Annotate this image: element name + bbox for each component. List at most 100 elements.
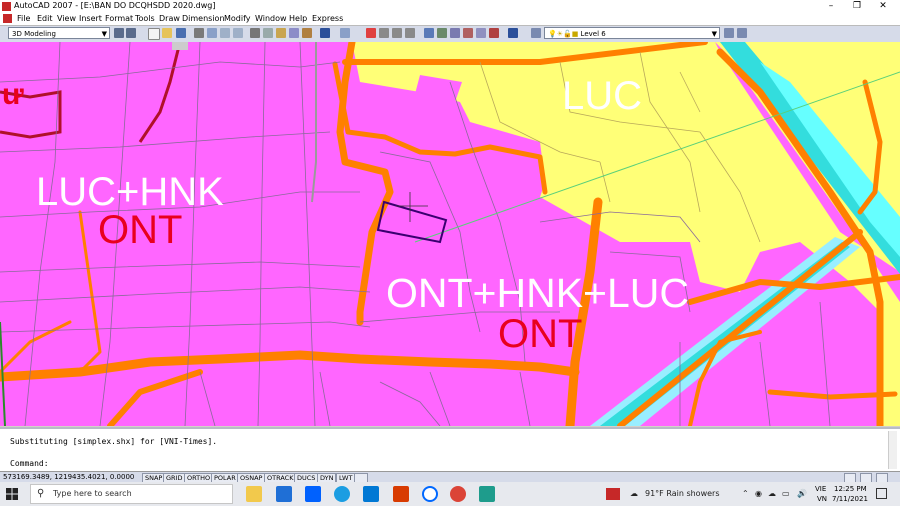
close-button[interactable]: ✕ — [870, 0, 896, 13]
map-label-ont-left: ONT — [98, 208, 183, 252]
undo-icon[interactable] — [320, 28, 330, 38]
layer-value: Level 6 — [580, 30, 606, 38]
help-icon[interactable] — [508, 28, 518, 38]
menu-insert[interactable]: Insert — [79, 14, 102, 23]
input-method[interactable]: VN — [817, 495, 827, 503]
map-label-partial: ư — [2, 78, 24, 111]
title-bar: AutoCAD 2007 - [E:\BAN DO DCQHSDD 2020.d… — [0, 0, 900, 13]
restore-button[interactable]: ❐ — [844, 0, 870, 13]
plot-preview-icon[interactable] — [207, 28, 217, 38]
workspace-select[interactable]: 3D Modeling ▼ — [8, 27, 110, 39]
command-history-line: Substituting [simplex.shx] for [VNI-Time… — [10, 437, 218, 446]
workspace-value: 3D Modeling — [12, 30, 56, 38]
grey-block — [172, 42, 188, 50]
map-label-luc: LUC — [562, 74, 643, 118]
workspace-settings-icon[interactable] — [114, 28, 124, 38]
menu-draw[interactable]: Draw — [159, 14, 180, 23]
document-menu-icon[interactable] — [3, 14, 12, 23]
command-window[interactable]: Substituting [simplex.shx] for [VNI-Time… — [0, 427, 900, 473]
clock-date[interactable]: 7/11/2021 — [832, 495, 868, 503]
search-icon: ⚲ — [37, 488, 45, 499]
menu-help[interactable]: Help — [289, 14, 307, 23]
map-label-ont-hnk-luc: ONT+HNK+LUC — [386, 270, 690, 316]
make-current-layer-icon[interactable] — [724, 28, 734, 38]
command-scrollbar[interactable] — [888, 431, 897, 469]
quickcalc-icon[interactable] — [489, 28, 499, 38]
menu-dimension[interactable]: Dimension — [182, 14, 225, 23]
pan-icon[interactable] — [366, 28, 376, 38]
chevron-down-icon: ▼ — [711, 30, 717, 38]
minimize-button[interactable]: – — [818, 0, 844, 13]
markup-icon[interactable] — [476, 28, 486, 38]
properties-icon[interactable] — [424, 28, 434, 38]
mail-icon[interactable] — [276, 486, 292, 502]
save-icon[interactable] — [176, 28, 186, 38]
open-folder-icon[interactable] — [162, 28, 172, 38]
copy-icon[interactable] — [263, 28, 273, 38]
design-center-icon[interactable] — [437, 28, 447, 38]
print-icon[interactable] — [194, 28, 204, 38]
menu-modify[interactable]: Modify — [224, 14, 251, 23]
customize-icon[interactable] — [126, 28, 136, 38]
command-prompt[interactable]: Command: — [10, 459, 49, 468]
drawing-canvas[interactable]: LUC LUC+HNK ONT ONT+HNK+LUC ONT ư — [0, 42, 900, 426]
tool-palettes-icon[interactable] — [450, 28, 460, 38]
toolbar: 3D Modeling ▼ 💡☀🔓■ Level 6 ▼ — [0, 26, 900, 43]
chevron-down-icon: ▼ — [101, 30, 107, 38]
zoom-previous-icon[interactable] — [405, 28, 415, 38]
file-explorer-icon[interactable] — [246, 486, 262, 502]
redo-icon[interactable] — [340, 28, 350, 38]
new-file-icon[interactable] — [148, 28, 160, 40]
chevron-up-icon[interactable]: ⌃ — [742, 489, 749, 498]
coordinates-readout[interactable]: 573169.3489, 1219435.4021, 0.0000 — [3, 473, 134, 481]
selected-parcel[interactable] — [376, 200, 448, 244]
paste-icon[interactable] — [276, 28, 286, 38]
layer-select[interactable]: 💡☀🔓■ Level 6 ▼ — [544, 27, 720, 39]
edge-browser-icon[interactable] — [334, 486, 350, 502]
weather-icon: ☁ — [630, 489, 638, 498]
layer-state-icons: 💡☀🔓■ — [548, 30, 581, 38]
boundary-lines — [0, 42, 182, 143]
zoom-window-icon[interactable] — [392, 28, 402, 38]
match-properties-icon[interactable] — [289, 28, 299, 38]
windows-start-icon[interactable] — [6, 488, 18, 500]
menu-tools[interactable]: Tools — [135, 14, 155, 23]
menu-view[interactable]: View — [57, 14, 76, 23]
3d-dwf-icon[interactable] — [233, 28, 243, 38]
layer-manager-icon[interactable] — [531, 28, 541, 38]
weather-text[interactable]: 91°F Rain showers — [645, 489, 720, 498]
menu-window[interactable]: Window — [255, 14, 287, 23]
cut-icon[interactable] — [250, 28, 260, 38]
clock-time[interactable]: 12:25 PM — [834, 485, 867, 493]
office-icon[interactable] — [393, 486, 409, 502]
menu-file[interactable]: File — [17, 14, 30, 23]
tray-app-icon[interactable]: ◉ — [755, 489, 762, 498]
menu-format[interactable]: Format — [105, 14, 133, 23]
grey-line — [311, 42, 317, 203]
network-icon[interactable]: ▭ — [782, 489, 790, 498]
search-placeholder: Type here to search — [53, 489, 132, 498]
taskbar-search-box[interactable]: ⚲ Type here to search — [30, 484, 233, 504]
notification-icon[interactable] — [876, 488, 887, 499]
onedrive-icon[interactable]: ☁ — [768, 489, 776, 498]
language-code[interactable]: VIE — [815, 485, 826, 493]
zoom-realtime-icon[interactable] — [379, 28, 389, 38]
menu-bar: File Edit View Insert Format Tools Draw … — [0, 13, 900, 26]
taskbar: ⚲ Type here to search ☁ 91°F Rain shower… — [0, 482, 900, 506]
store-icon[interactable] — [363, 486, 379, 502]
zalo-icon[interactable] — [422, 486, 438, 502]
map-label-ont-right: ONT — [498, 312, 583, 356]
autocad-taskbar-icon[interactable] — [479, 486, 495, 502]
publish-icon[interactable] — [220, 28, 230, 38]
taskbar-app-red-icon[interactable] — [606, 488, 620, 500]
menu-express[interactable]: Express — [312, 14, 343, 23]
autocad-app-icon[interactable] — [2, 2, 11, 11]
layer-previous-icon[interactable] — [737, 28, 747, 38]
window-title: AutoCAD 2007 - [E:\BAN DO DCQHSDD 2020.d… — [14, 1, 216, 10]
chrome-icon[interactable] — [450, 486, 466, 502]
volume-icon[interactable]: 🔊 — [797, 489, 807, 498]
dropbox-icon[interactable] — [305, 486, 321, 502]
sheet-set-icon[interactable] — [463, 28, 473, 38]
menu-edit[interactable]: Edit — [37, 14, 53, 23]
block-editor-icon[interactable] — [302, 28, 312, 38]
